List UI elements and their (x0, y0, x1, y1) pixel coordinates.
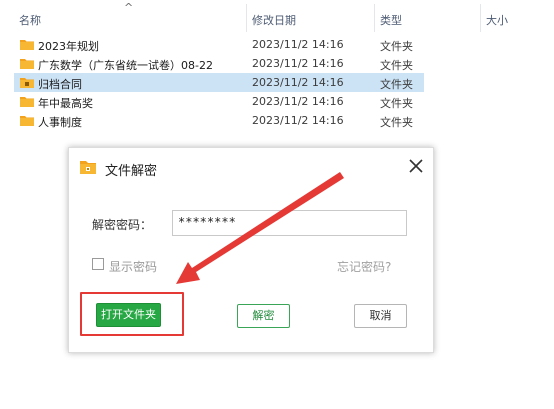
file-name: 归档合同 (38, 78, 82, 91)
file-row-selected[interactable]: 归档合同 2023/11/2 14:16 文件夹 (14, 73, 424, 92)
column-header-type[interactable]: 类型 (380, 12, 402, 28)
column-divider[interactable] (480, 4, 481, 32)
cancel-button[interactable]: 取消 (354, 304, 407, 328)
file-name: 广东数学（广东省统一试卷）08-22 (38, 59, 213, 72)
column-divider[interactable] (374, 4, 375, 32)
annotation-highlight-box (80, 292, 184, 336)
password-label: 解密密码： (92, 218, 153, 232)
file-type: 文件夹 (380, 78, 413, 91)
file-row[interactable]: 年中最高奖 2023/11/2 14:16 文件夹 (14, 92, 540, 111)
password-input[interactable]: ******** (172, 210, 407, 236)
show-password-label[interactable]: 显示密码 (109, 258, 157, 275)
folder-icon (20, 38, 34, 50)
file-modified: 2023/11/2 14:16 (252, 76, 344, 89)
file-type: 文件夹 (380, 97, 413, 110)
file-modified: 2023/11/2 14:16 (252, 57, 344, 70)
locked-folder-icon (20, 76, 34, 88)
folder-icon (20, 114, 34, 126)
sort-ascending-icon[interactable]: ^ (124, 1, 133, 14)
file-modified: 2023/11/2 14:16 (252, 95, 344, 108)
file-name: 人事制度 (38, 116, 82, 129)
file-name: 2023年规划 (38, 40, 99, 53)
file-type: 文件夹 (380, 116, 413, 129)
file-row[interactable]: 2023年规划 2023/11/2 14:16 文件夹 (14, 35, 540, 54)
file-row[interactable]: 人事制度 2023/11/2 14:16 文件夹 (14, 111, 540, 130)
close-icon[interactable] (406, 156, 426, 176)
column-divider[interactable] (246, 4, 247, 32)
file-row[interactable]: 广东数学（广东省统一试卷）08-22 2023/11/2 14:16 文件夹 (14, 54, 540, 73)
file-type: 文件夹 (380, 40, 413, 53)
folder-icon (20, 95, 34, 107)
file-modified: 2023/11/2 14:16 (252, 38, 344, 51)
file-modified: 2023/11/2 14:16 (252, 114, 344, 127)
column-header-name[interactable]: 名称 (19, 12, 41, 28)
locked-folder-icon (79, 158, 97, 176)
dialog-title: 文件解密 (105, 164, 158, 179)
column-header-bar: ^ 名称 修改日期 类型 大小 (0, 0, 554, 34)
decrypt-button[interactable]: 解密 (237, 304, 290, 328)
file-type: 文件夹 (380, 59, 413, 72)
show-password-checkbox[interactable] (92, 258, 104, 270)
file-name: 年中最高奖 (38, 97, 93, 110)
forgot-password-link[interactable]: 忘记密码? (337, 258, 391, 275)
column-header-size[interactable]: 大小 (486, 12, 508, 28)
column-header-modified[interactable]: 修改日期 (252, 12, 296, 28)
folder-icon (20, 57, 34, 69)
